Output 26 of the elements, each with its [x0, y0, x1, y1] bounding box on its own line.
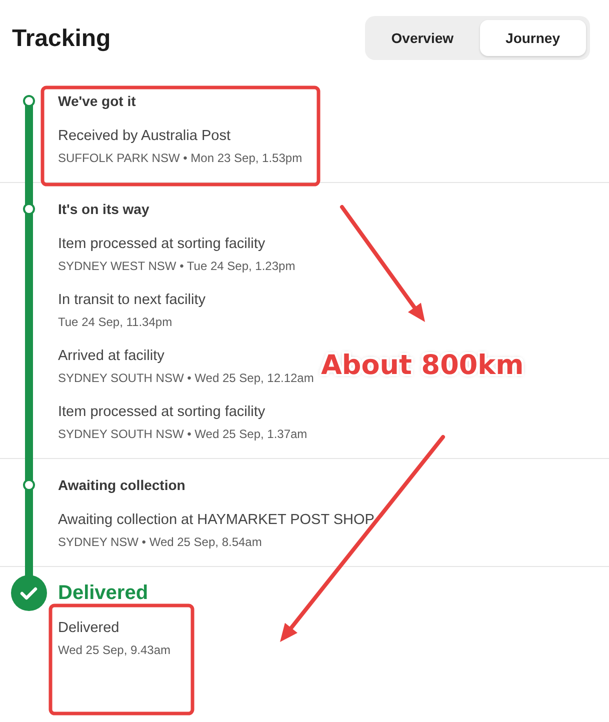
timeline-dot — [23, 203, 35, 215]
event-detail: Wed 25 Sep, 9.43am — [58, 642, 171, 659]
event-description: In transit to next facility — [58, 291, 206, 310]
stage-title: It's on its way — [58, 200, 150, 219]
event-description: Item processed at sorting facility — [58, 403, 266, 422]
event-detail: SYDNEY SOUTH NSW • Wed 25 Sep, 1.37am — [58, 426, 308, 443]
event-description: Received by Australia Post — [58, 127, 230, 146]
check-circle-icon — [11, 575, 47, 611]
event-description: Delivered — [58, 619, 120, 638]
page-title: Tracking — [12, 25, 111, 53]
event-detail: Tue 24 Sep, 11.34pm — [58, 314, 172, 331]
event-detail: SUFFOLK PARK NSW • Mon 23 Sep, 1.53pm — [58, 150, 302, 167]
event-description: Item processed at sorting facility — [58, 235, 266, 254]
event-description: Arrived at facility — [58, 347, 164, 366]
stage-title: Awaiting collection — [58, 476, 186, 495]
stage-title: Delivered — [58, 582, 150, 604]
timeline-dot — [23, 479, 35, 491]
timeline-dot — [23, 95, 35, 107]
stage-title: We've got it — [58, 92, 137, 111]
view-tab[interactable]: Overview — [369, 20, 476, 56]
annotation-label: About 800km — [321, 349, 524, 383]
event-detail: SYDNEY NSW • Wed 25 Sep, 8.54am — [58, 534, 262, 551]
event-detail: SYDNEY SOUTH NSW • Wed 25 Sep, 12.12am — [58, 370, 314, 387]
event-description: Awaiting collection at HAYMARKET POST SHOP — [58, 511, 374, 530]
view-tab[interactable]: Journey — [480, 20, 586, 56]
event-detail: SYDNEY WEST NSW • Tue 24 Sep, 1.23pm — [58, 258, 296, 275]
